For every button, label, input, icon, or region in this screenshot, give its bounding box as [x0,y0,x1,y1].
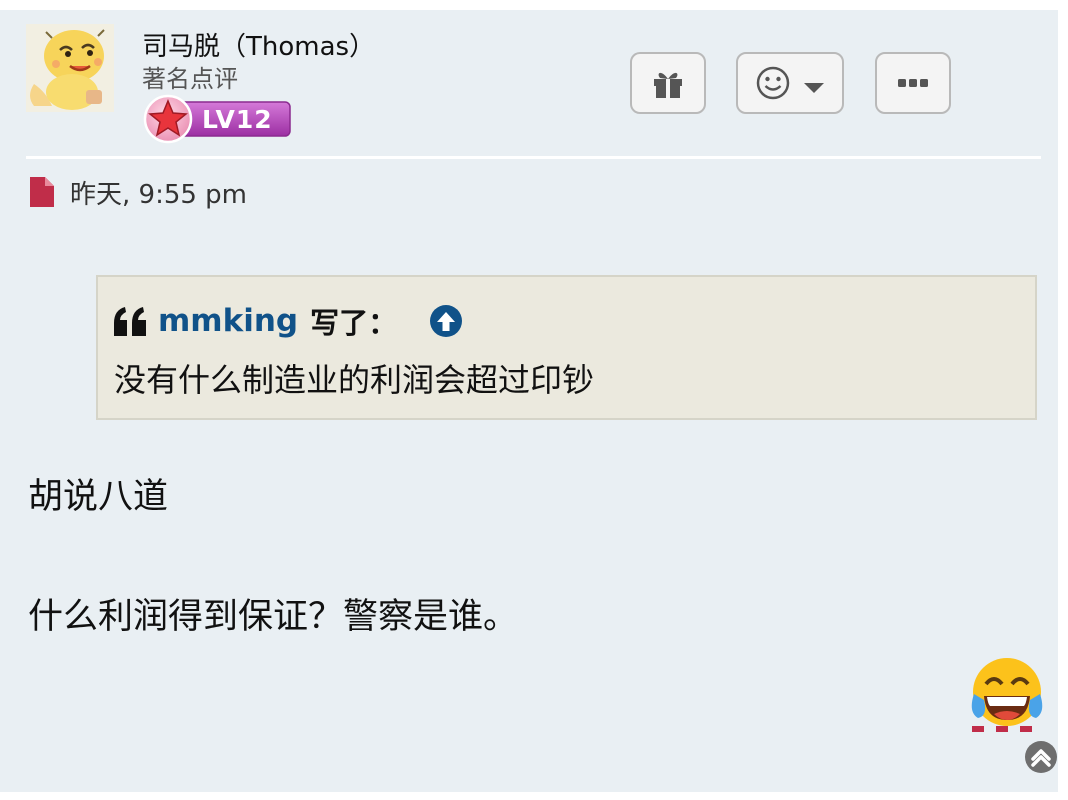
post-meta: 昨天, 9:55 pm [30,174,247,210]
avatar-image [26,24,114,112]
back-to-top-button[interactable] [1024,740,1058,774]
file-icon[interactable] [30,177,54,207]
post-container: 司马脱（Thomas） 著名点评 LV12 昨天, 9:55 pm mmking… [0,10,1058,792]
quote-block: mmking 写了： 没有什么制造业的利润会超过印钞 [96,275,1037,420]
quote-jump-button[interactable] [429,304,463,338]
gift-icon [654,72,682,98]
quote-header: mmking 写了： [112,299,463,343]
caret-down-icon [804,83,824,93]
quote-author-link[interactable]: mmking [158,303,298,339]
quote-wrote-label: 写了： [310,306,398,340]
quote-icon [114,307,146,336]
level-badge-label: LV12 [202,105,273,134]
header-divider [26,156,1041,159]
reaction-button[interactable] [736,52,844,114]
laughing-tears-icon [971,658,1043,726]
author-rank-title: 著名点评 [142,65,238,93]
author-avatar[interactable] [26,24,114,112]
chevron-up-circle-icon [1025,741,1057,773]
reaction-underline [972,726,1044,732]
smiley-icon [756,66,790,100]
post-body-line-2: 什么利润得到保证？警察是谁。 [28,597,519,637]
author-username[interactable]: 司马脱（Thomas） [142,26,375,63]
gift-button[interactable] [630,52,706,114]
post-timestamp: 昨天, 9:55 pm [70,179,248,210]
reaction-emoji[interactable] [970,656,1044,732]
arrow-up-circle-icon [430,305,463,337]
ellipsis-icon [898,79,928,87]
post-body-line-1: 胡说八道 [28,477,169,517]
quote-text: 没有什么制造业的利润会超过印钞 [114,361,595,399]
more-options-button[interactable] [875,52,951,114]
level-badge: LV12 [142,94,292,144]
